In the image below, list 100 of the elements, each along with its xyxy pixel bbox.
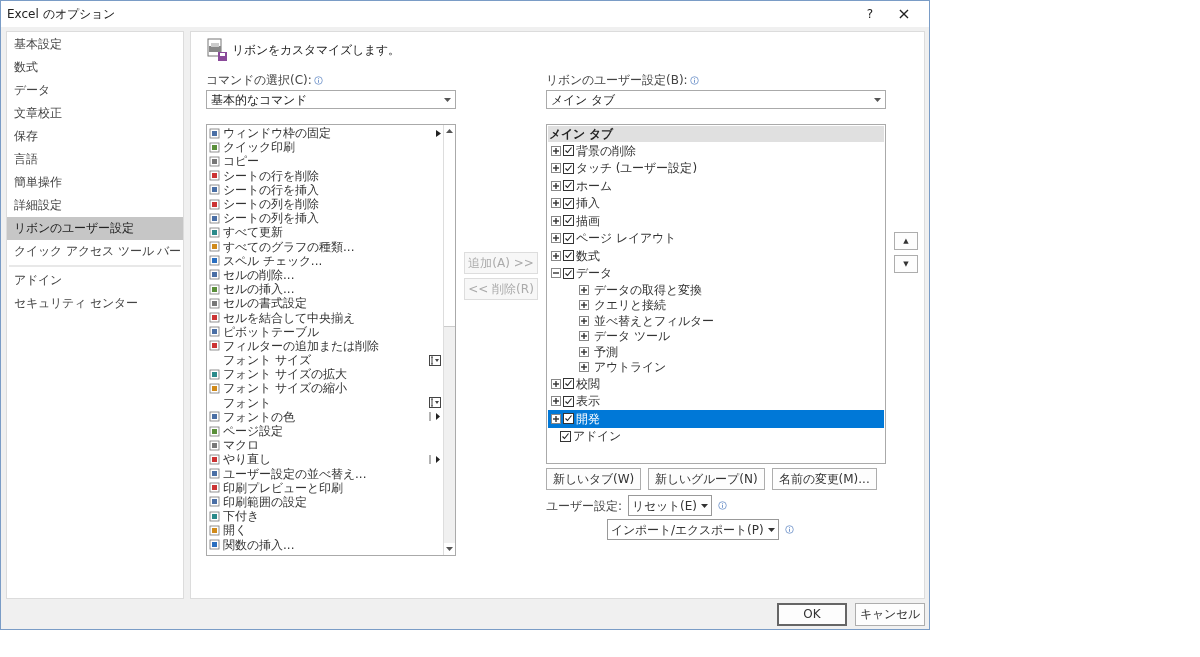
tree-item[interactable]: データ ツール <box>548 328 884 344</box>
checkbox[interactable] <box>563 395 574 407</box>
tree-item[interactable]: 表示 <box>548 392 884 410</box>
command-item[interactable]: コピー <box>209 154 441 169</box>
command-item[interactable]: ユーザー設定の並べ替え... <box>209 466 441 481</box>
expand-icon <box>551 396 561 407</box>
command-icon <box>209 326 220 338</box>
sidebar-item[interactable]: データ <box>7 79 183 102</box>
command-label: スペル チェック... <box>223 253 324 269</box>
tree-item[interactable]: 挿入 <box>548 194 884 212</box>
sidebar-item[interactable]: 数式 <box>7 56 183 79</box>
expand-icon <box>551 145 561 156</box>
close-button[interactable]: × <box>887 2 921 26</box>
command-icon <box>209 382 220 394</box>
command-item[interactable]: ピボットテーブル <box>209 324 441 339</box>
sidebar-item[interactable]: セキュリティ センター <box>7 292 183 315</box>
command-item[interactable]: シートの列を削除 <box>209 196 441 212</box>
tree-action-button[interactable]: 名前の変更(M)... <box>771 468 877 490</box>
command-item[interactable]: 開く <box>209 523 441 538</box>
tree-item[interactable]: クエリと接続 <box>548 297 884 313</box>
tree-label: ホーム <box>576 177 612 195</box>
sidebar-item[interactable]: 簡単操作 <box>7 171 183 194</box>
tree-item[interactable]: タッチ (ユーザー設定) <box>548 159 884 177</box>
command-select[interactable]: 基本的なコマンド <box>206 90 456 109</box>
command-icon <box>209 255 220 267</box>
command-item[interactable]: セルを結合して中央揃え <box>209 310 441 325</box>
command-item[interactable]: セルの削除... <box>209 267 441 283</box>
tree-item[interactable]: 並べ替えとフィルター <box>548 313 884 329</box>
cancel-button[interactable]: キャンセル <box>855 602 925 626</box>
sidebar-item[interactable]: 基本設定 <box>7 33 183 56</box>
dropdown-arrow-icon <box>874 97 881 102</box>
help-button[interactable]: ? <box>853 5 887 23</box>
tree-item[interactable]: アウトライン <box>548 359 884 375</box>
command-item[interactable]: クイック印刷 <box>209 140 441 155</box>
command-item[interactable]: 下付き <box>209 509 441 524</box>
command-item[interactable]: マクロ <box>209 438 441 453</box>
checkbox[interactable] <box>563 145 574 157</box>
command-item[interactable]: セルの書式設定 <box>209 296 441 311</box>
command-item[interactable]: すべてのグラフの種類... <box>209 239 441 254</box>
info-icon <box>784 525 794 534</box>
ribbon-select[interactable]: メイン タブ <box>546 90 886 109</box>
command-label: 印刷範囲の設定 <box>223 494 308 510</box>
command-item[interactable]: やり直し <box>209 452 441 467</box>
tree-item[interactable]: 背景の削除 <box>548 142 884 160</box>
tree-item[interactable]: ホーム <box>548 177 884 195</box>
checkbox[interactable] <box>563 267 574 279</box>
sidebar-item[interactable]: 文章校正 <box>7 102 183 125</box>
command-item[interactable]: 関数の挿入... <box>209 537 441 552</box>
scrollbar[interactable] <box>443 125 455 555</box>
command-item[interactable]: スペル チェック... <box>209 253 441 268</box>
tree-item[interactable]: ページ レイアウト <box>548 229 884 247</box>
checkbox[interactable] <box>560 430 571 442</box>
checkbox[interactable] <box>563 232 574 244</box>
command-item[interactable]: ウィンドウ枠の固定 <box>209 126 441 141</box>
command-item[interactable]: 印刷プレビューと印刷 <box>209 480 441 495</box>
info-icon <box>313 75 323 85</box>
command-item[interactable]: すべて更新 <box>209 225 441 240</box>
tree-item[interactable]: アドイン <box>548 427 884 445</box>
tree-item[interactable]: 予測 <box>548 344 884 360</box>
reset-dropdown[interactable]: リセット(E) <box>628 495 712 516</box>
command-item[interactable]: シートの行を削除 <box>209 168 441 183</box>
checkbox[interactable] <box>563 378 574 390</box>
tree-item[interactable]: データの取得と変換 <box>548 282 884 298</box>
command-item[interactable]: セルの挿入... <box>209 282 441 297</box>
tree-item[interactable]: 校閲 <box>548 375 884 393</box>
sidebar-item[interactable]: 言語 <box>7 148 183 171</box>
tree-action-button[interactable]: 新しいタブ(W) <box>546 468 642 490</box>
tree-item[interactable]: 数式 <box>548 247 884 265</box>
command-icon <box>209 269 220 281</box>
command-item[interactable]: フォント サイズ <box>209 353 441 368</box>
checkbox[interactable] <box>563 162 574 174</box>
sidebar-item[interactable]: クイック アクセス ツール バー <box>7 240 183 263</box>
command-item[interactable]: フィルターの追加または削除 <box>209 338 441 353</box>
checkbox[interactable] <box>563 197 574 209</box>
sidebar-item[interactable]: アドイン <box>7 269 183 292</box>
tree-item[interactable]: 描画 <box>548 212 884 230</box>
command-item[interactable]: シートの行を挿入 <box>209 182 441 197</box>
checkbox[interactable] <box>563 413 574 425</box>
command-item[interactable]: ページ設定 <box>209 423 441 439</box>
sidebar-item[interactable]: 詳細設定 <box>7 194 183 217</box>
ok-button[interactable]: OK <box>777 602 847 626</box>
command-item[interactable]: フォント サイズの縮小 <box>209 381 441 396</box>
checkbox[interactable] <box>563 215 574 227</box>
command-item[interactable]: 印刷範囲の設定 <box>209 494 441 510</box>
checkbox[interactable] <box>563 250 574 262</box>
command-item[interactable]: フォントの色 <box>209 409 441 424</box>
checkbox[interactable] <box>563 180 574 192</box>
command-label: 下付き <box>223 508 260 524</box>
command-item[interactable]: フォント サイズの拡大 <box>209 367 441 382</box>
expand-icon <box>551 180 561 191</box>
import-export-dropdown[interactable]: インポート/エクスポート(P) <box>607 519 779 540</box>
tree-action-button[interactable]: 新しいグループ(N) <box>648 468 765 490</box>
tree-item[interactable]: データ <box>548 264 884 282</box>
tree-item[interactable]: 開発 <box>548 410 884 428</box>
command-item[interactable]: フォント <box>209 395 441 410</box>
command-label: クイック印刷 <box>223 139 296 155</box>
sidebar-item[interactable]: 保存 <box>7 125 183 148</box>
tree-label: 並べ替えとフィルター <box>594 312 714 330</box>
command-item[interactable]: シートの列を挿入 <box>209 211 441 226</box>
sidebar-item[interactable]: リボンのユーザー設定 <box>7 217 183 240</box>
